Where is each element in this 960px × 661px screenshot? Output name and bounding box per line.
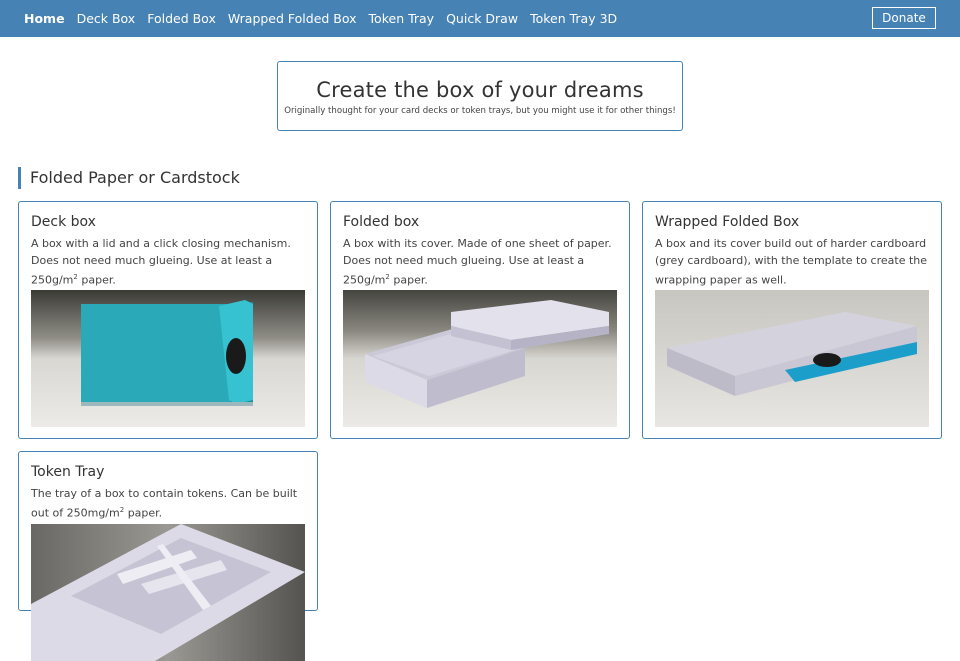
nav-link-home[interactable]: Home <box>24 11 65 26</box>
card-token-tray[interactable]: Token Tray The tray of a box to contain … <box>18 451 318 661</box>
wrapped-folded-box-photo <box>655 290 929 427</box>
card-title: Deck box <box>31 214 96 230</box>
hero-title: Create the box of your dreams <box>316 78 644 102</box>
nav-link-token-tray[interactable]: Token Tray <box>369 11 435 26</box>
nav-link-deck-box[interactable]: Deck Box <box>77 11 136 26</box>
card-title: Token Tray <box>31 464 105 480</box>
card-description: A box with a lid and a click closing mec… <box>31 237 291 287</box>
card-description: The tray of a box to contain tokens. Can… <box>31 487 298 520</box>
card-description: A box with its cover. Made of one sheet … <box>343 237 612 287</box>
top-navbar: Home Deck Box Folded Box Wrapped Folded … <box>0 0 960 37</box>
nav-links: Home Deck Box Folded Box Wrapped Folded … <box>24 11 629 26</box>
card-wrapped-folded-box[interactable]: Wrapped Folded Box A box and its cover b… <box>642 201 942 439</box>
section-title: Folded Paper or Cardstock <box>18 167 240 189</box>
token-tray-photo <box>31 524 305 661</box>
card-title: Folded box <box>343 214 420 230</box>
hero-subtitle: Originally thought for your card decks o… <box>284 106 676 116</box>
folded-box-photo <box>343 290 617 427</box>
card-deck-box[interactable]: Deck box A box with a lid and a click cl… <box>18 201 318 439</box>
card-title: Wrapped Folded Box <box>655 214 800 230</box>
card-folded-box[interactable]: Folded box A box with its cover. Made of… <box>330 201 630 439</box>
nav-link-folded-box[interactable]: Folded Box <box>147 11 216 26</box>
hero-panel: Create the box of your dreams Originally… <box>277 61 683 131</box>
deck-box-photo <box>31 290 305 427</box>
card-description: A box and its cover build out of harder … <box>655 237 928 287</box>
nav-link-token-tray-3d[interactable]: Token Tray 3D <box>530 11 617 26</box>
nav-link-wrapped-folded-box[interactable]: Wrapped Folded Box <box>228 11 357 26</box>
donate-button[interactable]: Donate <box>872 7 936 29</box>
nav-link-quick-draw[interactable]: Quick Draw <box>446 11 518 26</box>
